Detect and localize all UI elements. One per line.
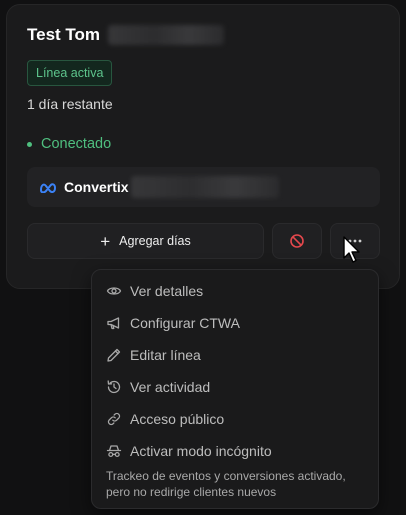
redacted-phone	[108, 25, 225, 45]
menu-item-configurar-ctwa[interactable]: Configurar CTWA	[92, 308, 378, 338]
eye-icon	[106, 287, 122, 295]
incognito-description: Trackeo de eventos y conversiones activa…	[106, 469, 346, 499]
megaphone-icon	[107, 317, 120, 330]
line-card: Test Tom Línea activa 1 día restante Con…	[6, 4, 400, 289]
menu-item-modo-incognito[interactable]: Activar modo incógnito	[92, 436, 378, 466]
menu-item-label: Ver actividad	[130, 379, 211, 395]
menu-item-ver-actividad[interactable]: Ver actividad	[92, 372, 378, 402]
menu-item-label: Acceso público	[130, 411, 225, 427]
menu-item-editar-linea[interactable]: Editar línea	[92, 340, 378, 370]
add-days-button[interactable]: + Agregar días	[27, 223, 264, 259]
menu-item-ver-detalles[interactable]: Ver detalles	[92, 276, 378, 306]
menu-item-label: Configurar CTWA	[130, 315, 240, 331]
pencil-icon	[107, 348, 121, 362]
channel-row: Convertix	[27, 167, 380, 207]
mouse-cursor-icon	[343, 236, 360, 263]
channel-name: Convertix	[64, 179, 129, 195]
title-row: Test Tom	[27, 25, 225, 45]
menu-item-label: Editar línea	[130, 347, 201, 363]
menu-item-label: Ver detalles	[130, 283, 204, 299]
status-dot-icon	[27, 141, 32, 147]
menu-item-acceso-publico[interactable]: Acceso público	[92, 404, 378, 434]
meta-icon	[39, 183, 57, 193]
connection-status: Conectado	[27, 136, 111, 152]
connection-status-label: Conectado	[41, 136, 112, 152]
plus-icon: +	[100, 231, 111, 251]
block-button[interactable]	[272, 223, 322, 259]
add-days-label: Agregar días	[119, 234, 191, 248]
incognito-icon	[106, 445, 122, 458]
history-icon	[107, 380, 121, 394]
line-title: Test Tom	[27, 25, 101, 44]
menu-item-label: Activar modo incógnito	[130, 443, 272, 459]
link-icon	[107, 412, 121, 426]
status-badge: Línea activa	[27, 60, 113, 86]
days-remaining: 1 día restante	[27, 96, 113, 112]
line-actions-menu: Ver detalles Configurar CTWA Editar líne…	[91, 269, 379, 509]
block-icon	[290, 234, 304, 248]
redacted-channel-id	[130, 176, 279, 198]
